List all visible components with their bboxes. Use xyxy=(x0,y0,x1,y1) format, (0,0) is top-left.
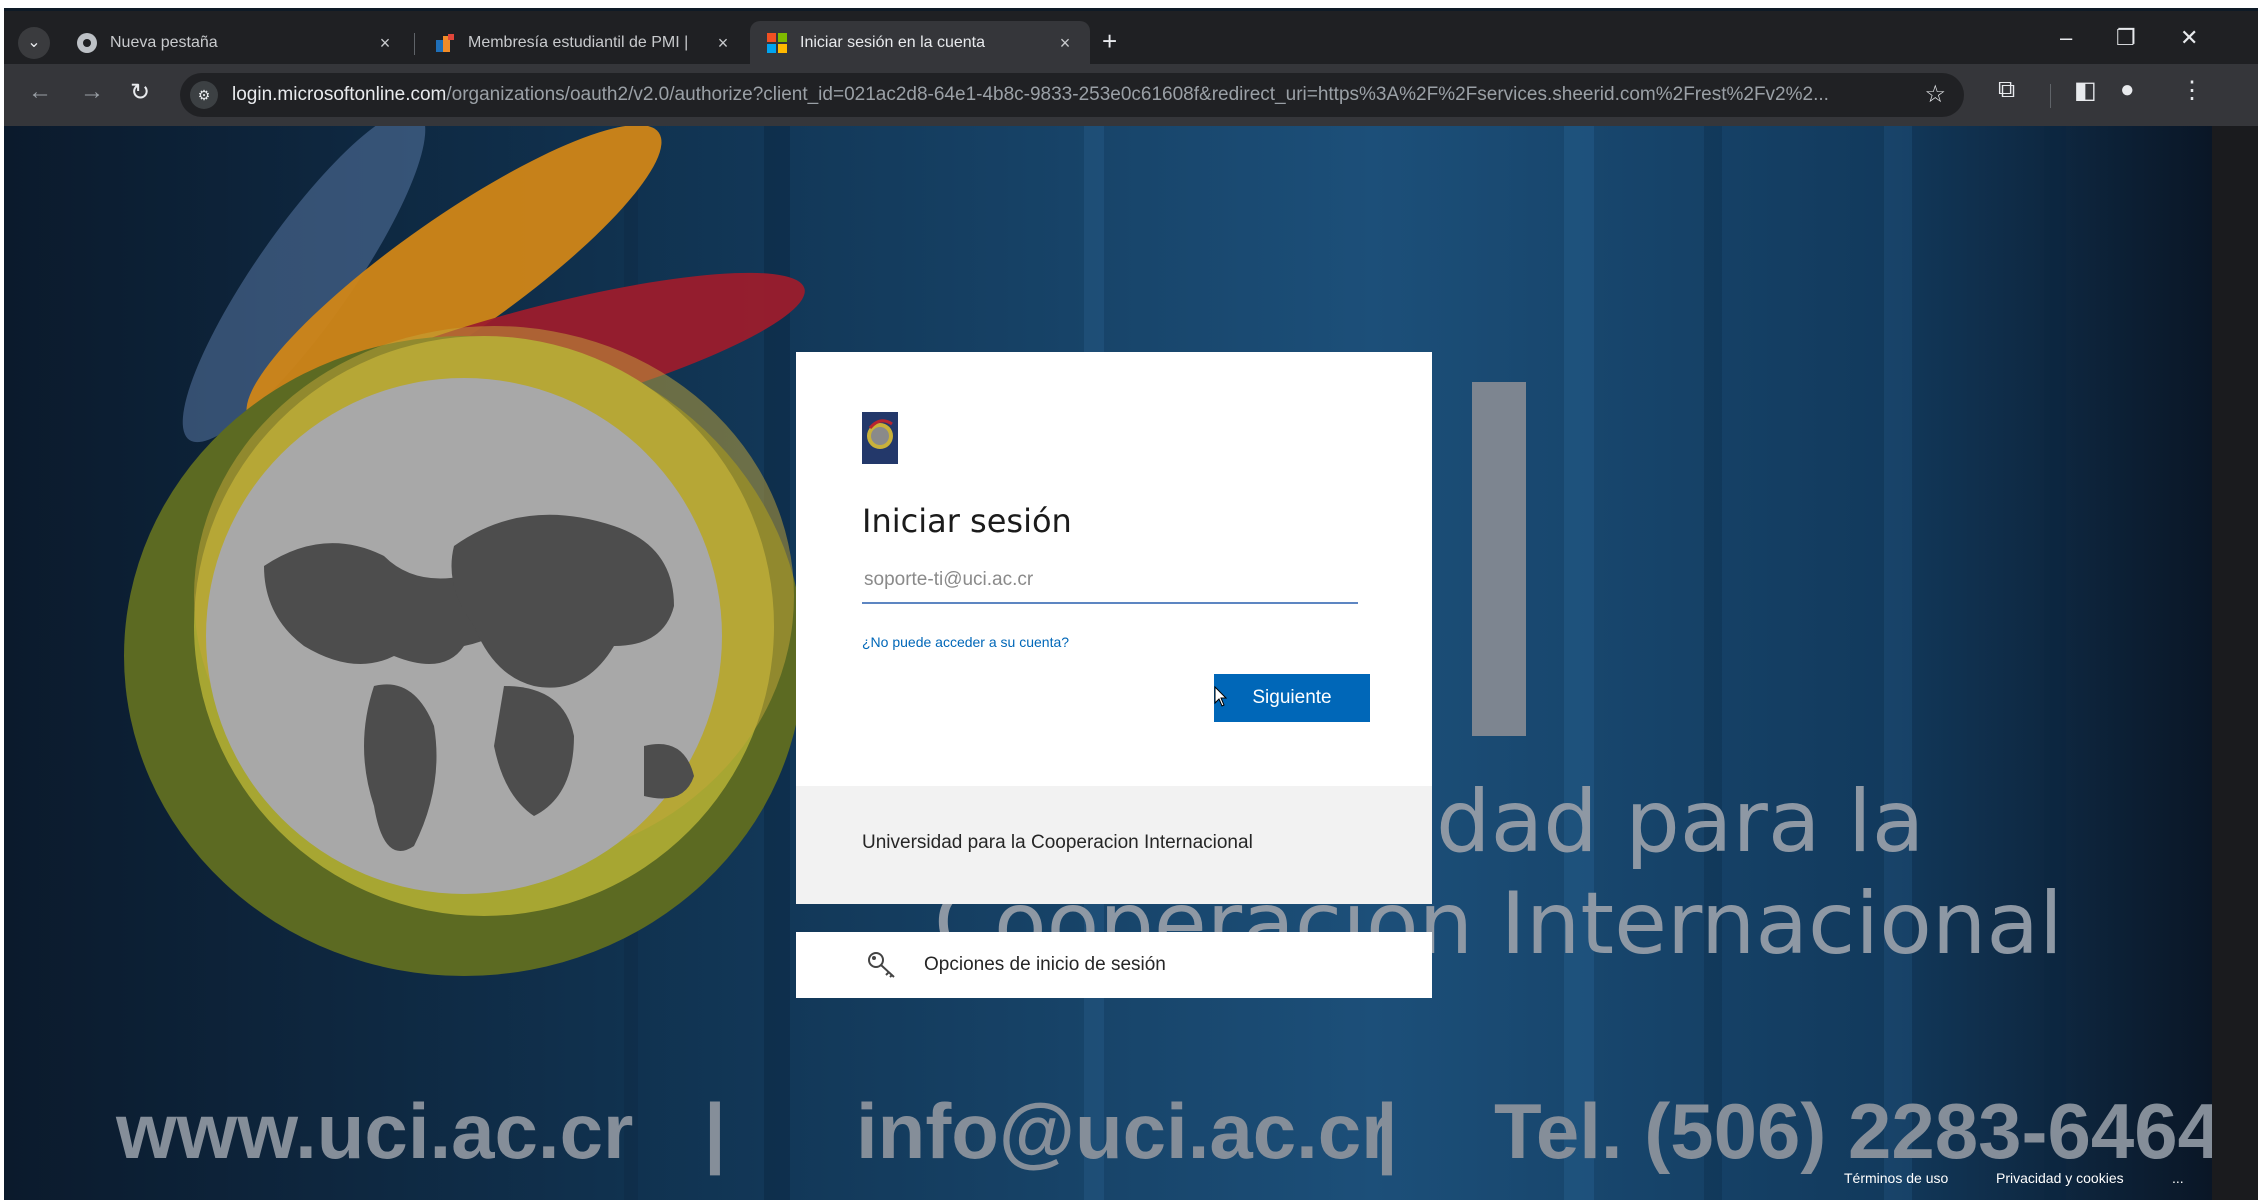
chrome-icon xyxy=(77,33,97,53)
pmi-logo-icon xyxy=(436,34,454,52)
tab-divider xyxy=(414,33,415,55)
scrollbar[interactable] xyxy=(2212,126,2258,1200)
tab-nueva-pestana[interactable]: Nueva pestaña × xyxy=(60,21,410,65)
signin-options-label: Opciones de inicio de sesión xyxy=(924,954,1166,975)
tab-strip: ⌄ Nueva pestaña × Membresía estudiantil … xyxy=(4,8,2258,67)
menu-kebab-icon[interactable]: ⋮ xyxy=(2180,76,2204,105)
close-tab-icon[interactable]: × xyxy=(710,33,736,54)
reload-icon[interactable]: ↻ xyxy=(130,78,150,107)
email-field[interactable] xyxy=(862,558,1358,604)
cant-access-account-link[interactable]: ¿No puede acceder a su cuenta? xyxy=(862,634,1069,650)
logo-vertical-bar xyxy=(1472,382,1526,736)
url-path: /organizations/oauth2/v2.0/authorize?cli… xyxy=(446,84,1829,105)
terms-link[interactable]: Términos de uso xyxy=(1844,1170,1948,1186)
toolbar-divider xyxy=(2050,84,2051,108)
extensions-icon[interactable]: ⧉ xyxy=(1998,76,2015,104)
mouse-cursor-icon xyxy=(1214,686,1228,707)
tab-label: Membresía estudiantil de PMI | xyxy=(468,34,689,51)
organization-logo xyxy=(862,412,898,464)
signin-options-button[interactable]: Opciones de inicio de sesión xyxy=(796,932,1432,998)
background-headline-1: dad para la xyxy=(1436,772,1925,872)
bookmark-star-icon[interactable]: ☆ xyxy=(1924,80,1946,109)
tab-label: Iniciar sesión en la cuenta xyxy=(800,34,985,51)
login-title: Iniciar sesión xyxy=(862,502,1072,540)
more-options-link[interactable]: ... xyxy=(2172,1170,2184,1186)
close-window-icon[interactable]: ✕ xyxy=(2180,25,2198,51)
privacy-link[interactable]: Privacidad y cookies xyxy=(1996,1170,2124,1186)
key-icon xyxy=(868,952,895,978)
browser-toolbar: ← → ↻ ⚙ login.microsoftonline.com/organi… xyxy=(4,64,2258,126)
login-page: dad para la Cooperación Internacional ww… xyxy=(4,126,2212,1200)
address-bar[interactable]: ⚙ login.microsoftonline.com/organization… xyxy=(180,73,1964,117)
new-tab-button[interactable]: + xyxy=(1102,27,1117,55)
browser-window: ⌄ Nueva pestaña × Membresía estudiantil … xyxy=(4,8,2258,1200)
organization-banner: Universidad para la Cooperacion Internac… xyxy=(796,786,1432,904)
restore-icon[interactable]: ❐ xyxy=(2116,25,2136,51)
tab-label: Nueva pestaña xyxy=(110,34,218,51)
minimize-icon[interactable]: – xyxy=(2060,25,2072,51)
tab-pmi[interactable]: Membresía estudiantil de PMI | × xyxy=(418,21,748,65)
background-email: info@uci.ac.cr xyxy=(856,1087,1392,1175)
back-arrow-icon[interactable]: ← xyxy=(28,78,52,106)
uci-globe-logo xyxy=(124,126,805,976)
tab-search-button[interactable]: ⌄ xyxy=(18,27,50,59)
background-website: www.uci.ac.cr xyxy=(116,1087,634,1175)
profile-avatar-icon[interactable]: ● xyxy=(2120,76,2135,104)
site-info-icon[interactable]: ⚙ xyxy=(190,81,218,109)
background-separator: | xyxy=(1376,1087,1398,1175)
login-card: Iniciar sesión ¿No puede acceder a su cu… xyxy=(796,352,1432,904)
close-tab-icon[interactable]: × xyxy=(372,33,398,54)
url-text[interactable]: login.microsoftonline.com/organizations/… xyxy=(232,84,1882,108)
side-panel-icon[interactable]: ◧ xyxy=(2074,76,2097,105)
tab-iniciar-sesion[interactable]: Iniciar sesión en la cuenta × xyxy=(750,21,1090,65)
chevron-down-icon: ⌄ xyxy=(27,34,41,51)
next-button[interactable]: Siguiente xyxy=(1214,674,1370,722)
background-separator: | xyxy=(704,1087,726,1175)
forward-arrow-icon[interactable]: → xyxy=(80,78,104,106)
url-host: login.microsoftonline.com xyxy=(232,84,447,105)
close-tab-icon[interactable]: × xyxy=(1052,33,1078,54)
background-phone: Tel. (506) 2283-6464 xyxy=(1494,1087,2212,1175)
microsoft-logo-icon xyxy=(767,33,787,53)
organization-name: Universidad para la Cooperacion Internac… xyxy=(862,832,1253,853)
